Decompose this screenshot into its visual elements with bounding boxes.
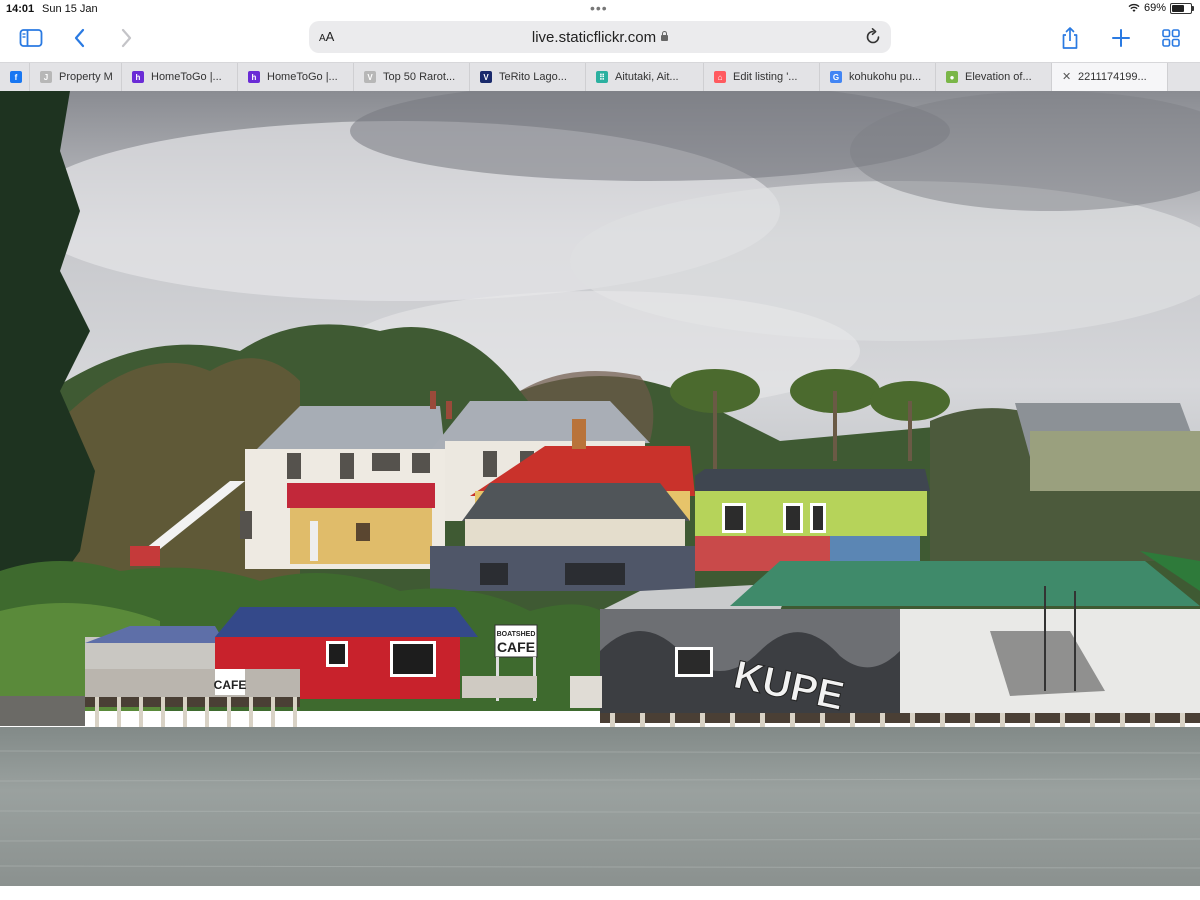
google-icon: G [830,71,842,83]
dots-icon: ⠿ [596,71,608,83]
tab-2[interactable]: h HomeToGo |... [122,63,238,91]
new-tab-icon[interactable] [1107,24,1135,52]
tab-title: Property M [59,71,113,83]
facebook-icon: f [10,71,22,83]
share-icon[interactable] [1056,24,1084,52]
cafe-small-sign-text: CAFE [214,678,247,692]
status-time: 14:01 [6,3,35,15]
tab-1[interactable]: J Property M [30,63,122,91]
status-date: Sun 15 Jan [42,3,98,15]
pier-pile [293,697,297,727]
pier-pile [205,697,209,727]
url-field[interactable]: live.staticflickr.com [309,29,891,46]
tab-title: TeRito Lago... [499,71,567,83]
globe-icon: ● [946,71,958,83]
boatshed-sign-top-text: BOATSHED [497,631,536,638]
sidebar-icon[interactable] [17,24,45,52]
tab-9[interactable]: ● Elevation of... [936,63,1052,91]
pier-pile [183,697,187,727]
pier-pile [117,697,121,727]
battery-icon [1170,2,1194,14]
tab-title: Elevation of... [965,71,1032,83]
address-bar[interactable]: AAAA live.staticflickr.com [309,21,891,53]
tab-4[interactable]: V Top 50 Rarot... [354,63,470,91]
back-icon[interactable] [66,24,94,52]
url-text: live.staticflickr.com [531,29,657,46]
terito-icon: V [480,71,492,83]
pier-pile [95,697,99,727]
tab-title: Edit listing '... [733,71,798,83]
tab-title: Aitutaki, Ait... [615,71,679,83]
multitasking-dots-icon[interactable]: ••• [590,0,608,16]
boatshed-sign-cafe-text: CAFE [497,639,535,655]
status-right: 69% [1128,2,1194,14]
pier-pile [271,697,275,727]
pier-pile [249,697,253,727]
tab-close-icon[interactable]: ✕ [1062,72,1072,83]
tab-title: Top 50 Rarot... [383,71,456,83]
reload-icon[interactable] [863,27,883,47]
tab-0[interactable]: f [0,63,30,91]
pier-pile [161,697,165,727]
j-icon: J [40,71,52,83]
airbnb-icon: ⌂ [714,71,726,83]
tab-title: 2211174199... [1078,71,1147,83]
tab-6[interactable]: ⠿ Aitutaki, Ait... [586,63,704,91]
tab-5[interactable]: V TeRito Lago... [470,63,586,91]
tab-title: HomeToGo |... [267,71,338,83]
v-icon: V [364,71,376,83]
tab-7[interactable]: ⌂ Edit listing '... [704,63,820,91]
hometogo-icon: h [132,71,144,83]
tab-title: kohukohu pu... [849,71,922,83]
bottom-margin [0,886,1200,900]
tab-8[interactable]: Gkohukohu pu... [820,63,936,91]
status-bar: 14:01 Sun 15 Jan ••• 69% [0,0,1200,18]
tab-3[interactable]: h HomeToGo |... [238,63,354,91]
tab-bar: f J Property M h HomeToGo |... h HomeToGo |...… [0,62,1200,92]
photo-viewport: CAFE BOATSHED CAFE KUPE [0,91,1200,886]
forward-icon[interactable] [112,24,140,52]
waterfront-photo: CAFE BOATSHED CAFE KUPE [0,91,1200,886]
tab-10[interactable]: ✕ 2211174199... [1052,63,1168,91]
battery-percent: 69% [1143,2,1166,14]
wifi-icon [1128,3,1140,12]
pier-pile [227,697,231,727]
lock-icon [661,31,669,41]
tab-title: HomeToGo |... [151,71,222,83]
hometogo-icon: h [248,71,260,83]
browser-toolbar: AAAA live.staticflickr.com [0,18,1200,58]
pier-pile [139,697,143,727]
tab-overview-icon[interactable] [1157,24,1185,52]
